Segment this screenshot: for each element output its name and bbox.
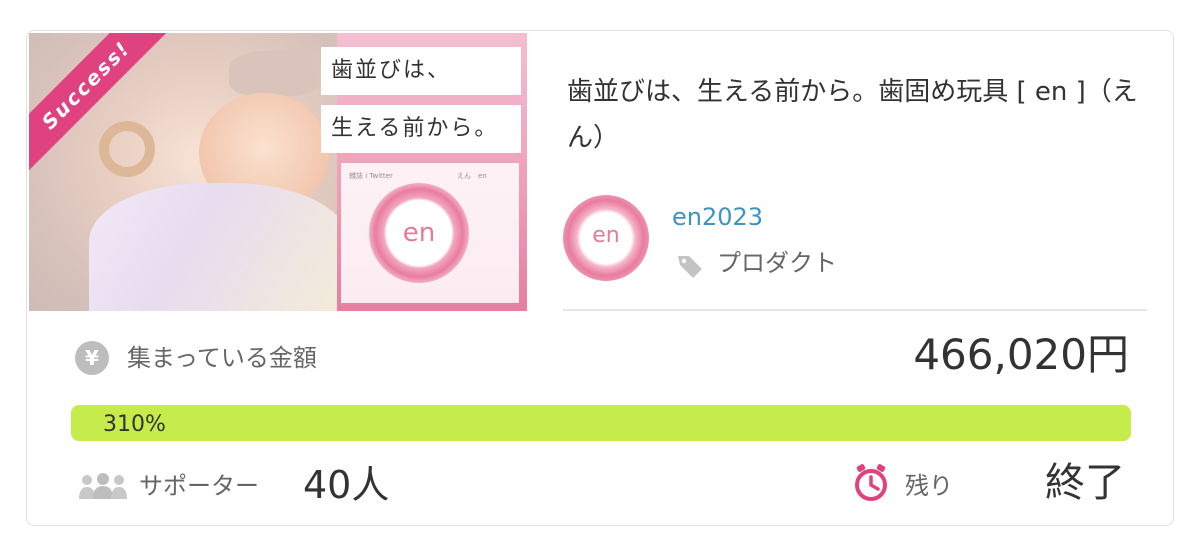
yen-icon: ¥ xyxy=(75,341,109,375)
remaining-label: 残り xyxy=(905,472,953,500)
owner-avatar-text: en xyxy=(592,223,620,248)
progress-bar-fill xyxy=(71,405,1131,441)
teether-ring xyxy=(99,121,155,177)
people-icon xyxy=(79,473,127,499)
supporters-count: 40人 xyxy=(303,463,390,507)
thumbnail-small-text-left: 雑誌 i Twitter xyxy=(349,172,393,180)
thumbnail-headline-1: 歯並びは、 xyxy=(321,47,521,95)
progress-percent: 310% xyxy=(103,412,166,437)
timer-icon xyxy=(855,464,887,501)
divider xyxy=(563,309,1147,311)
project-card[interactable]: 歯並びは、 生える前から。 雑誌 i Twitter えん en en Succ… xyxy=(26,30,1174,526)
funds-amount: 466,020円 xyxy=(913,330,1129,379)
thumbnail-small-text-right: えん en xyxy=(457,172,487,180)
project-thumbnail[interactable]: 歯並びは、 生える前から。 雑誌 i Twitter えん en en Succ… xyxy=(29,33,527,311)
en-logo-text: en xyxy=(402,218,436,248)
progress-bar xyxy=(71,405,1131,441)
tag-icon xyxy=(678,256,702,278)
category-label[interactable]: プロダクト xyxy=(717,243,837,278)
funds-label: 集まっている金額 xyxy=(127,344,317,372)
baby-headband xyxy=(229,51,319,96)
remaining-value: 終了 xyxy=(1045,460,1125,506)
owner-username-link[interactable]: en2023 xyxy=(672,203,763,231)
supporters-label: サポーター xyxy=(139,472,259,500)
baby-blanket xyxy=(89,183,349,311)
project-title[interactable]: 歯並びは、生える前から。歯固め玩具 [ en ]（えん） xyxy=(567,69,1147,161)
thumbnail-headline-2: 生える前から。 xyxy=(321,105,521,153)
